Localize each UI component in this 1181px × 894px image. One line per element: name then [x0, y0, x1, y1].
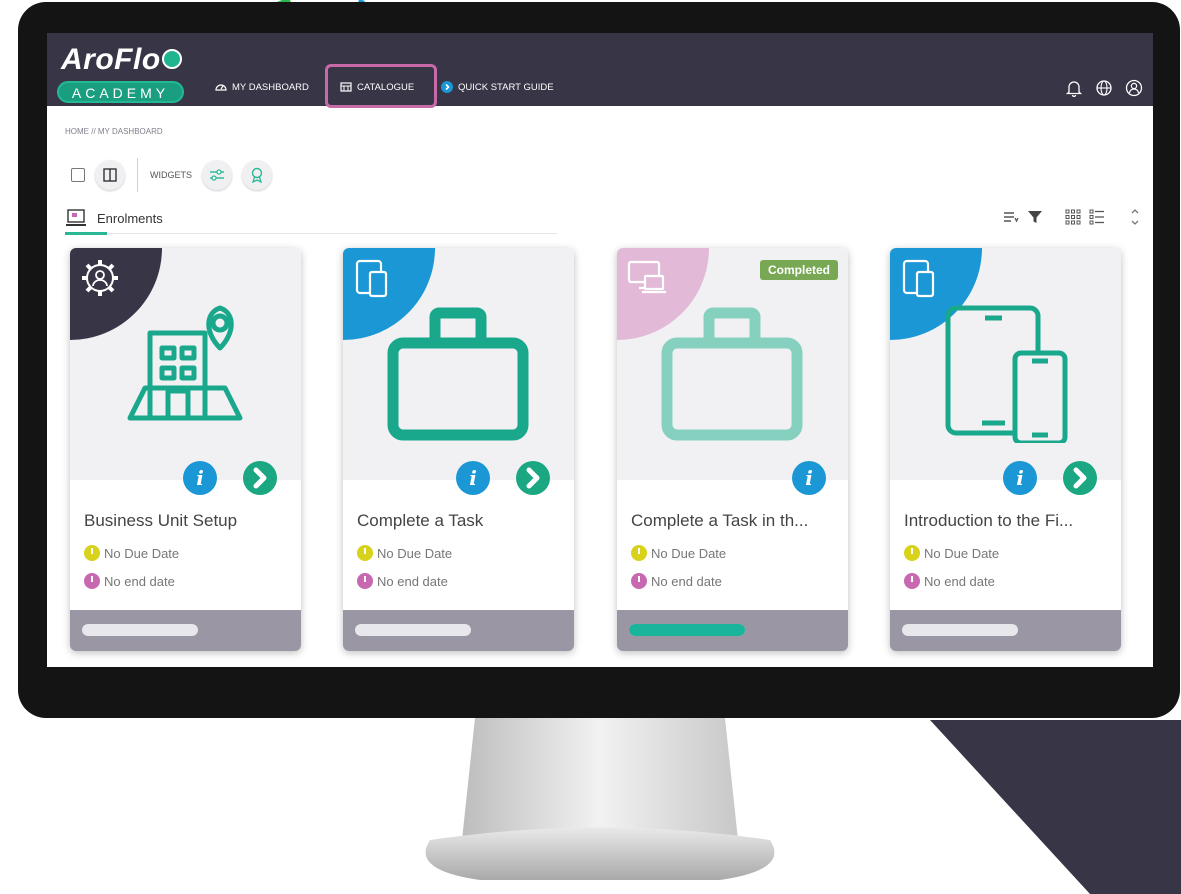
info-button[interactable]: i — [456, 461, 490, 495]
nav-my-dashboard-label: MY DASHBOARD — [232, 81, 309, 93]
course-card[interactable]: i Complete a Task No Due Date No end date — [343, 248, 574, 651]
award-icon — [251, 167, 263, 183]
chevron-right-circle-icon — [441, 81, 453, 93]
end-date-text: No end date — [651, 573, 722, 589]
course-title[interactable]: Business Unit Setup — [84, 511, 237, 531]
sliders-icon — [210, 169, 224, 181]
nav-my-dashboard[interactable]: MY DASHBOARD — [215, 81, 309, 93]
course-title[interactable]: Introduction to the Fi... — [904, 511, 1073, 531]
end-date-row: No end date — [357, 573, 448, 589]
start-course-button[interactable] — [243, 461, 277, 495]
sort-icon[interactable] — [1003, 209, 1019, 225]
due-date-row: No Due Date — [84, 545, 179, 561]
clock-icon — [904, 545, 920, 561]
clock-icon — [357, 545, 373, 561]
screen: AroFlo ACADEMY MY DASHBOARD CATALOGUE QU… — [47, 33, 1153, 667]
tools-spacer — [1051, 209, 1057, 225]
chevron-right-icon — [253, 467, 267, 489]
course-card-image[interactable]: Completed — [617, 248, 848, 480]
due-date-text: No Due Date — [377, 545, 453, 561]
due-date-text: No Due Date — [651, 545, 727, 561]
laptop-course-icon — [66, 209, 86, 226]
due-date-row: No Due Date — [904, 545, 999, 561]
course-card[interactable]: i Business Unit Setup No Due Date No end da… — [70, 248, 301, 651]
end-date-text: No end date — [104, 573, 175, 589]
info-button[interactable]: i — [183, 461, 217, 495]
two-column-layout-button[interactable] — [95, 160, 125, 190]
single-column-layout-icon[interactable] — [71, 168, 85, 182]
history-icon — [631, 573, 647, 589]
top-right-icons — [1065, 79, 1143, 98]
end-date-row: No end date — [84, 573, 175, 589]
progress-fill — [629, 624, 745, 636]
info-button[interactable]: i — [1003, 461, 1037, 495]
info-button[interactable]: i — [792, 461, 826, 495]
course-card[interactable]: i Introduction to the Fi... No Due Date No … — [890, 248, 1121, 651]
tab-enrolments-label: Enrolments — [97, 210, 163, 226]
gauge-icon — [215, 84, 227, 91]
tab-enrolments[interactable]: Enrolments — [65, 209, 163, 227]
list-tools — [1003, 209, 1143, 225]
nav-quick-start-label: QUICK START GUIDE — [458, 81, 554, 93]
course-card-footer — [70, 610, 301, 651]
course-card-footer — [343, 610, 574, 651]
brand-name: AroFlo — [61, 43, 161, 76]
filter-icon[interactable] — [1027, 209, 1043, 225]
clock-icon — [84, 545, 100, 561]
history-icon — [357, 573, 373, 589]
course-title[interactable]: Complete a Task in th... — [631, 511, 808, 531]
history-icon — [84, 573, 100, 589]
progress-bar — [82, 624, 198, 636]
globe-icon[interactable] — [1095, 79, 1113, 97]
breadcrumb: HOME // MY DASHBOARD — [65, 127, 163, 136]
end-date-row: No end date — [631, 573, 722, 589]
due-date-row: No Due Date — [357, 545, 452, 561]
course-card-image[interactable] — [343, 248, 574, 480]
chevron-right-icon — [1073, 467, 1087, 489]
progress-bar — [355, 624, 471, 636]
due-date-text: No Due Date — [104, 545, 180, 561]
list-view-icon[interactable] — [1089, 209, 1105, 225]
course-card-image[interactable] — [890, 248, 1121, 480]
badge-widget-button[interactable] — [242, 160, 272, 190]
refresh-icon[interactable] — [1127, 209, 1143, 225]
nav-quick-start-guide[interactable]: QUICK START GUIDE — [441, 81, 554, 93]
bell-icon[interactable] — [1065, 79, 1083, 98]
start-course-button[interactable] — [516, 461, 550, 495]
top-navbar: AroFlo ACADEMY MY DASHBOARD CATALOGUE QU… — [47, 33, 1153, 108]
widget-settings-button[interactable] — [202, 160, 232, 190]
academy-label: ACADEMY — [57, 81, 184, 103]
clock-icon — [631, 545, 647, 561]
tab-divider — [107, 233, 557, 234]
tools-spacer-2 — [1113, 209, 1119, 225]
end-date-row: No end date — [904, 573, 995, 589]
due-date-row: No Due Date — [631, 545, 726, 561]
active-tab-indicator — [65, 232, 107, 235]
progress-bar — [902, 624, 1018, 636]
history-icon — [904, 573, 920, 589]
start-course-button[interactable] — [1063, 461, 1097, 495]
columns-icon — [103, 168, 117, 182]
catalogue-highlight — [325, 64, 437, 108]
end-date-text: No end date — [377, 573, 448, 589]
course-card-image[interactable] — [70, 248, 301, 480]
completed-badge: Completed — [759, 260, 838, 280]
toolbar-divider — [137, 158, 138, 192]
end-date-text: No end date — [924, 573, 995, 589]
layout-toolbar: WIDGETS — [71, 158, 272, 192]
course-card-footer — [617, 610, 848, 651]
due-date-text: No Due Date — [924, 545, 1000, 561]
globe-logo-icon — [162, 49, 182, 69]
chevron-right-icon — [526, 467, 540, 489]
course-card-footer — [890, 610, 1121, 651]
user-icon[interactable] — [1125, 79, 1143, 97]
grid-view-icon[interactable] — [1065, 209, 1081, 225]
progress-bar — [629, 624, 745, 636]
course-card[interactable]: Completed i Complete a Task in th... No Due… — [617, 248, 848, 651]
widgets-label: WIDGETS — [150, 170, 192, 180]
course-title[interactable]: Complete a Task — [357, 511, 483, 531]
